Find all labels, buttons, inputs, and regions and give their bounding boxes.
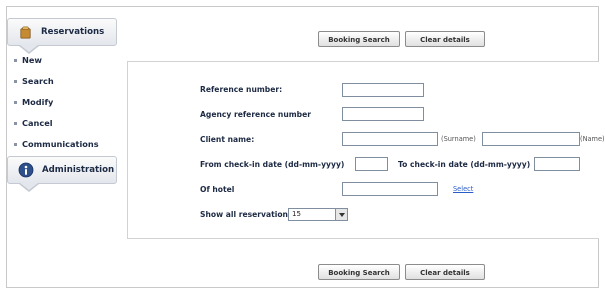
client-name-label: Client name: [200,135,255,144]
surname-hint: (Surname) [441,135,476,143]
reservations-count-select[interactable]: 15 [288,208,348,221]
sidebar-item-communications[interactable]: Communications [7,134,117,155]
name-hint: (Name) [580,135,605,143]
top-button-bar: Booking Search Clear details [318,31,485,47]
checkin-to-label: To check-in date (dd-mm-yyyy) [398,160,531,169]
agency-reference-input[interactable] [342,107,424,121]
sidebar-item-modify[interactable]: Modify [7,92,117,113]
reference-number-label: Reference number: [200,85,283,94]
reservations-menu: New Search Modify Cancel Communications [7,46,117,155]
show-all-reservations-label: Show all reservations [200,210,293,219]
reservations-chevron [20,45,38,52]
agency-reference-label: Agency reference number [200,110,311,119]
administration-panel-header[interactable]: Administration [7,156,117,192]
reference-number-input[interactable] [342,83,424,97]
bullet-icon [14,59,17,62]
checkin-to-input[interactable] [534,157,580,171]
clear-details-button-bottom[interactable]: Clear details [405,264,485,280]
checkin-from-input[interactable] [355,157,388,171]
hotel-input[interactable] [342,182,438,196]
administration-title: Administration [42,165,115,175]
sidebar: Reservations New Search Modify Cancel Co… [7,18,117,192]
reservations-icon [20,26,31,38]
checkin-from-label: From check-in date (dd-mm-yyyy) [200,160,345,169]
sidebar-item-cancel[interactable]: Cancel [7,113,117,134]
bullet-icon [14,101,17,104]
sidebar-item-label: Search [22,76,54,86]
client-name-input[interactable] [482,132,580,146]
sidebar-item-label: New [22,55,42,65]
booking-search-button[interactable]: Booking Search [318,31,400,47]
client-surname-input[interactable] [342,132,438,146]
sidebar-item-label: Modify [22,97,54,107]
reservations-count-value: 15 [292,210,301,218]
hotel-label: Of hotel [200,185,235,194]
booking-search-button-bottom[interactable]: Booking Search [318,264,400,280]
select-hotel-link[interactable]: Select [453,185,473,193]
reservations-title: Reservations [41,27,105,37]
administration-icon [18,162,34,178]
bottom-button-bar: Booking Search Clear details [318,264,485,280]
search-form: Reference number: Agency reference numbe… [127,61,605,239]
sidebar-item-label: Communications [22,139,99,149]
bullet-icon [14,80,17,83]
chevron-down-icon [335,209,347,220]
administration-chevron [20,183,38,190]
sidebar-item-label: Cancel [22,118,53,128]
sidebar-item-search[interactable]: Search [7,71,117,92]
reservations-panel-header[interactable]: Reservations [7,18,117,54]
bullet-icon [14,122,17,125]
bullet-icon [14,143,17,146]
clear-details-button[interactable]: Clear details [405,31,485,47]
